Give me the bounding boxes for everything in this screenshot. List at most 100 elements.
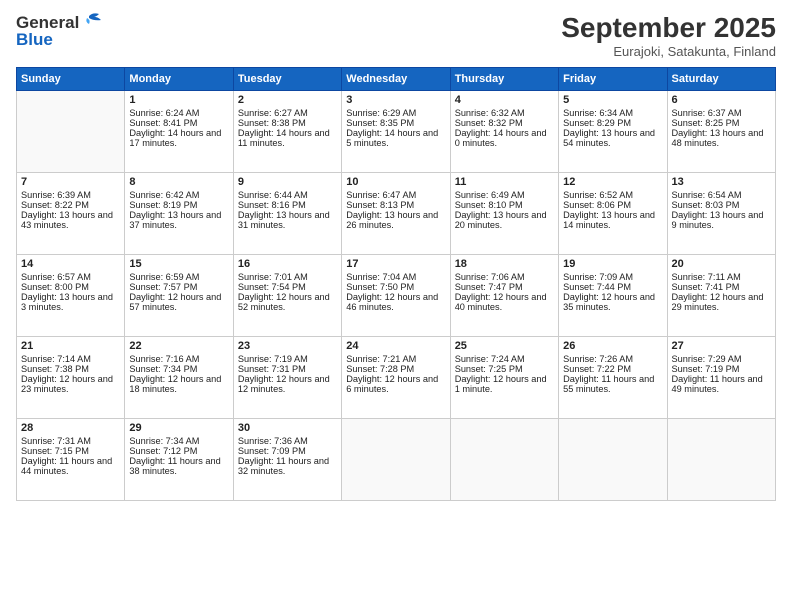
logo: General Blue [16, 12, 105, 50]
weekday-header: Wednesday [342, 68, 450, 91]
daylight-text: Daylight: 12 hours and 23 minutes. [21, 374, 113, 394]
daylight-text: Daylight: 12 hours and 1 minute. [455, 374, 547, 394]
calendar-cell: 23Sunrise: 7:19 AMSunset: 7:31 PMDayligh… [233, 337, 341, 419]
sunset-text: Sunset: 7:19 PM [672, 364, 740, 374]
sunrise-text: Sunrise: 6:39 AM [21, 190, 91, 200]
sunrise-text: Sunrise: 7:29 AM [672, 354, 742, 364]
day-number: 24 [346, 340, 445, 352]
calendar-cell: 27Sunrise: 7:29 AMSunset: 7:19 PMDayligh… [667, 337, 775, 419]
daylight-text: Daylight: 14 hours and 0 minutes. [455, 128, 547, 148]
weekday-header: Thursday [450, 68, 558, 91]
day-number: 5 [563, 94, 662, 106]
sunset-text: Sunset: 8:29 PM [563, 118, 631, 128]
sunrise-text: Sunrise: 7:26 AM [563, 354, 633, 364]
sunset-text: Sunset: 8:38 PM [238, 118, 306, 128]
daylight-text: Daylight: 12 hours and 29 minutes. [672, 292, 764, 312]
title-block: September 2025 Eurajoki, Satakunta, Finl… [561, 12, 776, 59]
day-number: 21 [21, 340, 120, 352]
daylight-text: Daylight: 14 hours and 17 minutes. [129, 128, 221, 148]
subtitle: Eurajoki, Satakunta, Finland [561, 44, 776, 59]
sunrise-text: Sunrise: 7:14 AM [21, 354, 91, 364]
page-container: General Blue September 2025 Eurajoki, Sa… [0, 0, 792, 509]
day-number: 14 [21, 258, 120, 270]
sunset-text: Sunset: 8:06 PM [563, 200, 631, 210]
daylight-text: Daylight: 14 hours and 11 minutes. [238, 128, 330, 148]
sunrise-text: Sunrise: 7:21 AM [346, 354, 416, 364]
day-number: 30 [238, 422, 337, 434]
day-number: 16 [238, 258, 337, 270]
sunrise-text: Sunrise: 7:24 AM [455, 354, 525, 364]
sunset-text: Sunset: 8:00 PM [21, 282, 89, 292]
sunrise-text: Sunrise: 7:11 AM [672, 272, 741, 282]
daylight-text: Daylight: 11 hours and 44 minutes. [21, 456, 112, 476]
sunrise-text: Sunrise: 7:36 AM [238, 436, 308, 446]
daylight-text: Daylight: 13 hours and 26 minutes. [346, 210, 438, 230]
weekday-header: Sunday [17, 68, 125, 91]
day-number: 20 [672, 258, 771, 270]
calendar-cell: 19Sunrise: 7:09 AMSunset: 7:44 PMDayligh… [559, 255, 667, 337]
calendar-table: SundayMondayTuesdayWednesdayThursdayFrid… [16, 67, 776, 501]
sunrise-text: Sunrise: 7:01 AM [238, 272, 308, 282]
calendar-cell: 2Sunrise: 6:27 AMSunset: 8:38 PMDaylight… [233, 91, 341, 173]
sunset-text: Sunset: 7:28 PM [346, 364, 414, 374]
calendar-week-row: 28Sunrise: 7:31 AMSunset: 7:15 PMDayligh… [17, 419, 776, 501]
sunset-text: Sunset: 7:41 PM [672, 282, 740, 292]
calendar-cell: 30Sunrise: 7:36 AMSunset: 7:09 PMDayligh… [233, 419, 341, 501]
calendar-cell: 7Sunrise: 6:39 AMSunset: 8:22 PMDaylight… [17, 173, 125, 255]
daylight-text: Daylight: 11 hours and 49 minutes. [672, 374, 763, 394]
weekday-header: Tuesday [233, 68, 341, 91]
sunrise-text: Sunrise: 6:32 AM [455, 108, 525, 118]
calendar-cell: 13Sunrise: 6:54 AMSunset: 8:03 PMDayligh… [667, 173, 775, 255]
sunset-text: Sunset: 8:19 PM [129, 200, 197, 210]
calendar-cell: 15Sunrise: 6:59 AMSunset: 7:57 PMDayligh… [125, 255, 233, 337]
day-number: 8 [129, 176, 228, 188]
calendar-cell: 10Sunrise: 6:47 AMSunset: 8:13 PMDayligh… [342, 173, 450, 255]
daylight-text: Daylight: 12 hours and 18 minutes. [129, 374, 221, 394]
day-number: 11 [455, 176, 554, 188]
calendar-cell: 22Sunrise: 7:16 AMSunset: 7:34 PMDayligh… [125, 337, 233, 419]
day-number: 6 [672, 94, 771, 106]
weekday-header: Monday [125, 68, 233, 91]
sunset-text: Sunset: 7:34 PM [129, 364, 197, 374]
calendar-cell: 28Sunrise: 7:31 AMSunset: 7:15 PMDayligh… [17, 419, 125, 501]
daylight-text: Daylight: 13 hours and 9 minutes. [672, 210, 764, 230]
day-number: 13 [672, 176, 771, 188]
weekday-header: Friday [559, 68, 667, 91]
day-number: 28 [21, 422, 120, 434]
calendar-cell: 26Sunrise: 7:26 AMSunset: 7:22 PMDayligh… [559, 337, 667, 419]
day-number: 7 [21, 176, 120, 188]
daylight-text: Daylight: 13 hours and 54 minutes. [563, 128, 655, 148]
day-number: 4 [455, 94, 554, 106]
day-number: 1 [129, 94, 228, 106]
sunrise-text: Sunrise: 6:49 AM [455, 190, 525, 200]
calendar-week-row: 21Sunrise: 7:14 AMSunset: 7:38 PMDayligh… [17, 337, 776, 419]
daylight-text: Daylight: 11 hours and 55 minutes. [563, 374, 654, 394]
daylight-text: Daylight: 13 hours and 48 minutes. [672, 128, 764, 148]
daylight-text: Daylight: 12 hours and 40 minutes. [455, 292, 547, 312]
daylight-text: Daylight: 12 hours and 46 minutes. [346, 292, 438, 312]
daylight-text: Daylight: 11 hours and 32 minutes. [238, 456, 329, 476]
sunrise-text: Sunrise: 6:42 AM [129, 190, 199, 200]
sunrise-text: Sunrise: 7:19 AM [238, 354, 308, 364]
sunrise-text: Sunrise: 7:16 AM [129, 354, 199, 364]
sunrise-text: Sunrise: 6:44 AM [238, 190, 308, 200]
day-number: 23 [238, 340, 337, 352]
sunset-text: Sunset: 7:25 PM [455, 364, 523, 374]
sunrise-text: Sunrise: 6:57 AM [21, 272, 91, 282]
sunset-text: Sunset: 7:12 PM [129, 446, 197, 456]
calendar-cell: 17Sunrise: 7:04 AMSunset: 7:50 PMDayligh… [342, 255, 450, 337]
calendar-cell [17, 91, 125, 173]
sunrise-text: Sunrise: 6:54 AM [672, 190, 742, 200]
day-number: 10 [346, 176, 445, 188]
sunrise-text: Sunrise: 6:47 AM [346, 190, 416, 200]
weekday-header: Saturday [667, 68, 775, 91]
calendar-cell [559, 419, 667, 501]
calendar-cell: 24Sunrise: 7:21 AMSunset: 7:28 PMDayligh… [342, 337, 450, 419]
calendar-cell: 21Sunrise: 7:14 AMSunset: 7:38 PMDayligh… [17, 337, 125, 419]
daylight-text: Daylight: 12 hours and 57 minutes. [129, 292, 221, 312]
day-number: 29 [129, 422, 228, 434]
calendar-cell: 8Sunrise: 6:42 AMSunset: 8:19 PMDaylight… [125, 173, 233, 255]
sunset-text: Sunset: 7:57 PM [129, 282, 197, 292]
day-number: 19 [563, 258, 662, 270]
header-row: SundayMondayTuesdayWednesdayThursdayFrid… [17, 68, 776, 91]
